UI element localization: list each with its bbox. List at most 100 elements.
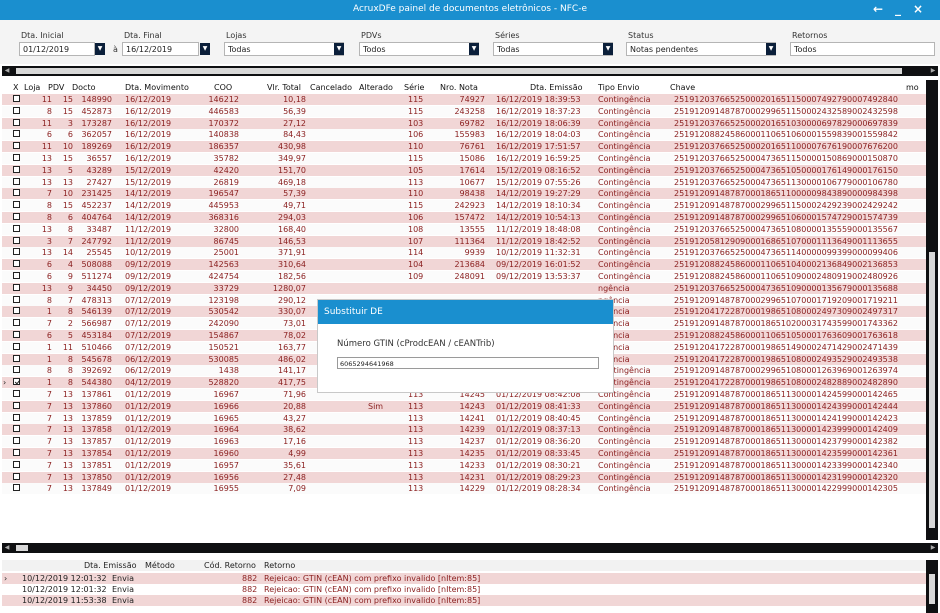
row-checkbox[interactable]	[13, 354, 20, 362]
close-icon[interactable]: ×	[913, 2, 923, 16]
row-checkbox[interactable]	[13, 331, 20, 338]
row-checkbox[interactable]	[13, 142, 20, 150]
row-checkbox[interactable]	[13, 366, 20, 374]
table-row[interactable]: 13 14 25545 10/12/2019 25001 371,91 114 9939 10/…	[2, 247, 926, 259]
table-row[interactable]: 7 13 137858 01/12/2019 16964 38,62 113 14239 01/…	[2, 424, 926, 436]
retornos-select[interactable]: Todos	[790, 42, 935, 56]
row-checkbox[interactable]	[13, 189, 20, 197]
table-row[interactable]: 8 15 452873 16/12/2019 446583 56,39 115 243258 1…	[2, 105, 926, 117]
row-checkbox[interactable]	[13, 224, 20, 232]
table-row[interactable]: 7 10 231425 14/12/2019 196547 57,39 110 98438 14…	[2, 188, 926, 200]
scroll-left-icon[interactable]: ◀	[2, 66, 12, 76]
status-dropdown-icon[interactable]: ▼	[766, 43, 776, 55]
col-header-alterado[interactable]: Alterado	[359, 83, 393, 92]
row-checkbox[interactable]	[13, 401, 20, 409]
row-checkbox[interactable]	[13, 130, 20, 138]
table-row[interactable]: 7 13 137860 01/12/2019 16966 20,88 Sim 113 14243…	[2, 400, 926, 412]
scroll-left-icon-bottom[interactable]: ◀	[2, 543, 12, 553]
col-header-nro-nota[interactable]: Nro. Nota	[440, 83, 478, 92]
table-row[interactable]: 13 9 34450 09/12/2019 33729 1280,07 ngência 251…	[2, 282, 926, 294]
col-header-chave[interactable]: Chave	[670, 83, 695, 92]
table-row[interactable]: 3 7 247792 11/12/2019 86745 146,53 107 111364 11…	[2, 235, 926, 247]
row-checkbox[interactable]	[13, 342, 20, 350]
table-row[interactable]: 8 6 404764 14/12/2019 368316 294,03 106 157472 1…	[2, 212, 926, 223]
table-row[interactable]: 13 15 36557 16/12/2019 35782 349,97 115 15086 16…	[2, 153, 926, 164]
col-header-loja[interactable]: Loja	[24, 83, 40, 92]
table-row[interactable]: 13 8 33487 11/12/2019 32800 168,40 108 13555 11/…	[2, 223, 926, 235]
dta-inicial-dropdown-icon[interactable]: ▼	[95, 43, 105, 55]
dta-final-input[interactable]: 16/12/2019	[122, 42, 199, 56]
lojas-select[interactable]: Todas	[224, 42, 344, 56]
status-select[interactable]: Notas pendentes	[626, 42, 776, 56]
table-row[interactable]: 7 13 137850 01/12/2019 16956 27,48 113 14231 01/…	[2, 471, 926, 483]
row-checkbox[interactable]	[13, 390, 20, 397]
col-header-mo[interactable]: mo	[906, 83, 919, 92]
table-row[interactable]: 6 6 362057 16/12/2019 140838 84,43 106 155983 16…	[2, 129, 926, 141]
scroll-right-icon[interactable]: ▶	[928, 66, 938, 76]
col-header-dta-emissao[interactable]: Dta. Emissão	[530, 83, 583, 92]
table-row[interactable]: 7 13 137854 01/12/2019 16960 4,99 113 14235 01/1…	[2, 448, 926, 459]
row-checkbox[interactable]	[13, 449, 20, 456]
table-row[interactable]: 7 13 137857 01/12/2019 16963 17,16 113 14237 01/…	[2, 436, 926, 448]
scrollbar-thumb[interactable]	[16, 68, 902, 74]
grid-horizontal-thumb[interactable]	[16, 545, 28, 551]
row-checkbox[interactable]	[13, 201, 20, 209]
log-scrollbar-thumb[interactable]	[929, 574, 935, 604]
col-header-cancelado[interactable]: Cancelado	[310, 83, 352, 92]
series-dropdown-icon[interactable]: ▼	[603, 43, 613, 55]
log-row[interactable]: 10/12/2019 11:53:38 Envia 882 Rejeicao: GTI…	[2, 595, 926, 606]
log-vertical-scrollbar[interactable]	[926, 560, 938, 613]
row-checkbox[interactable]	[13, 95, 20, 102]
vertical-scrollbar-thumb[interactable]	[929, 252, 935, 528]
col-header-pdv[interactable]: PDV	[48, 83, 64, 92]
gtin-input[interactable]: 6065294641968	[337, 357, 599, 369]
row-checkbox[interactable]	[13, 472, 20, 480]
table-row[interactable]: 11 3 173287 16/12/2019 170372 27,12 103 69782 16…	[2, 117, 926, 129]
table-row[interactable]: 8 15 452237 14/12/2019 445953 49,71 115 242923 1…	[2, 200, 926, 212]
table-row[interactable]: 11 15 148990 16/12/2019 146212 10,18 115 74927 1…	[2, 94, 926, 105]
row-checkbox[interactable]	[13, 378, 20, 386]
table-row[interactable]: 6 4 508088 09/12/2019 142563 310,64 104 213684 0…	[2, 259, 926, 271]
col-header-vlr-total[interactable]: Vlr. Total	[267, 83, 301, 92]
log-col-dta-emissao[interactable]: Dta. Emissão	[84, 561, 137, 570]
log-col-retorno[interactable]: Retorno	[264, 561, 295, 570]
row-checkbox[interactable]	[13, 213, 20, 220]
row-checkbox[interactable]	[13, 260, 20, 268]
row-checkbox[interactable]	[13, 177, 20, 185]
grid-horizontal-scrollbar[interactable]: ◀ ▶	[2, 543, 938, 553]
row-checkbox[interactable]	[13, 484, 20, 492]
col-header-tipo-envio[interactable]: Tipo Envio	[598, 83, 639, 92]
dta-final-dropdown-icon[interactable]: ▼	[200, 43, 210, 55]
log-col-metodo[interactable]: Método	[145, 561, 175, 570]
scroll-right-icon-bottom[interactable]: ▶	[928, 543, 938, 553]
log-row[interactable]: › 10/12/2019 12:01:32 Envia 882 Rejeicao: GT…	[2, 573, 926, 584]
pdvs-select[interactable]: Todos	[359, 42, 479, 56]
log-col-cod-retorno[interactable]: Cód. Retorno	[204, 561, 256, 570]
pdvs-dropdown-icon[interactable]: ▼	[469, 43, 479, 55]
row-checkbox[interactable]	[13, 272, 20, 279]
dta-inicial-input[interactable]: 01/12/2019	[19, 42, 95, 56]
minimize-icon[interactable]: _	[895, 2, 901, 16]
table-row[interactable]: 11 10 189269 16/12/2019 186357 430,98 110 76761…	[2, 141, 926, 153]
row-checkbox[interactable]	[13, 236, 20, 244]
table-row[interactable]: 7 13 137849 01/12/2019 16955 7,09 113 14229 01/1…	[2, 483, 926, 495]
row-checkbox[interactable]	[13, 118, 20, 126]
grid-vertical-scrollbar[interactable]	[926, 80, 938, 540]
col-header-serie[interactable]: Série	[404, 83, 424, 92]
log-row[interactable]: 10/12/2019 12:01:32 Envia 882 Rejeicao: GTI…	[2, 584, 926, 595]
row-checkbox[interactable]	[13, 154, 20, 161]
row-checkbox[interactable]	[13, 295, 20, 303]
back-arrow-icon[interactable]: ←	[873, 2, 883, 16]
row-checkbox[interactable]	[13, 319, 20, 327]
row-checkbox[interactable]	[13, 248, 20, 256]
col-header-docto[interactable]: Docto	[72, 83, 95, 92]
row-checkbox[interactable]	[13, 425, 20, 433]
table-row[interactable]: 13 13 27427 15/12/2019 26819 469,18 113 10677 15…	[2, 176, 926, 188]
row-checkbox[interactable]	[13, 460, 20, 468]
row-checkbox[interactable]	[13, 106, 20, 114]
col-header-dta-movimento[interactable]: Dta. Movimento	[125, 83, 189, 92]
lojas-dropdown-icon[interactable]: ▼	[334, 43, 344, 55]
col-header-coo[interactable]: COO	[214, 83, 232, 92]
series-select[interactable]: Todas	[493, 42, 613, 56]
col-header-x[interactable]: X	[13, 83, 18, 92]
